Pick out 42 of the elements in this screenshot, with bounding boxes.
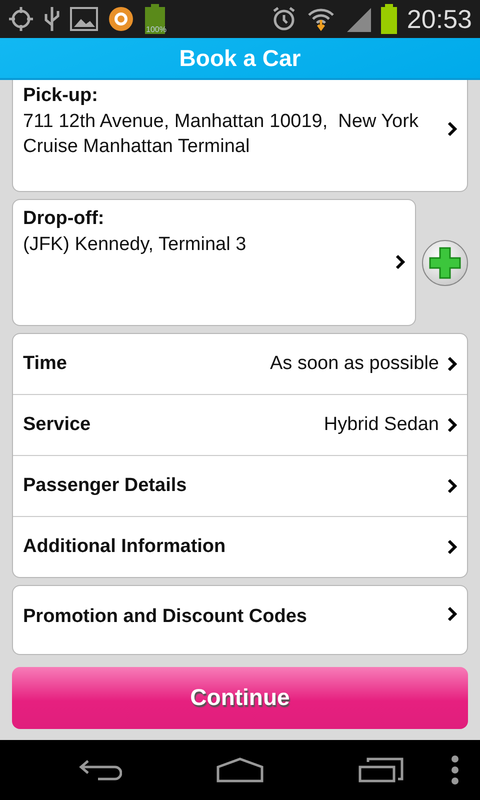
chevron-icon bbox=[447, 539, 457, 555]
chevron-icon bbox=[447, 606, 457, 622]
address-text: (JFK) Kennedy, Terminal 3 bbox=[23, 233, 248, 257]
row-label: Service bbox=[23, 414, 92, 436]
address-text: 711 12th Avenue, Manhattan 10019, New York Cruise Manhattan Terminal bbox=[23, 110, 420, 159]
gps-icon bbox=[8, 6, 34, 32]
plus-icon bbox=[428, 246, 462, 280]
screen-title: Book a Car bbox=[179, 44, 301, 72]
recent-apps-button[interactable] bbox=[358, 757, 404, 783]
chevron-icon bbox=[447, 121, 457, 137]
option-row[interactable]: Time As soon as possible bbox=[13, 334, 467, 395]
clock-time: 20:53 bbox=[406, 4, 472, 34]
row-value: Hybrid Sedan bbox=[324, 414, 439, 436]
home-button[interactable] bbox=[216, 757, 264, 783]
field-label: Pick-up: bbox=[23, 85, 99, 107]
row-label: Time bbox=[23, 353, 68, 375]
row-value: As soon as possible bbox=[270, 353, 439, 375]
battery-icon bbox=[380, 4, 397, 34]
alarm-icon bbox=[270, 6, 297, 32]
row-label: Additional Information bbox=[23, 536, 227, 558]
menu-button[interactable] bbox=[450, 754, 460, 786]
continue-button[interactable]: Continue bbox=[12, 666, 468, 728]
signal-icon bbox=[344, 6, 371, 32]
wifi-icon bbox=[306, 6, 335, 32]
back-button[interactable] bbox=[78, 758, 122, 782]
chevron-icon bbox=[447, 478, 457, 494]
row-label: Promotion and Discount Codes bbox=[23, 606, 308, 628]
promo-row[interactable]: Promotion and Discount Codes bbox=[12, 585, 468, 655]
chevron-icon bbox=[395, 254, 405, 270]
option-row[interactable]: Additional Information bbox=[13, 517, 467, 577]
field-label: Drop-off: bbox=[23, 208, 106, 230]
app-icon bbox=[108, 6, 134, 32]
option-row[interactable]: Service Hybrid Sedan bbox=[13, 395, 467, 456]
dropoff-card[interactable]: Drop-off: (JFK) Kennedy, Terminal 3 bbox=[12, 199, 416, 326]
chevron-icon bbox=[447, 356, 457, 372]
row-label: Passenger Details bbox=[23, 475, 188, 497]
chevron-icon bbox=[447, 417, 457, 433]
usb-icon bbox=[44, 5, 60, 33]
image-icon bbox=[70, 7, 98, 31]
option-row[interactable]: Passenger Details bbox=[13, 456, 467, 517]
add-stop-button[interactable] bbox=[422, 240, 468, 286]
pickup-card[interactable]: Pick-up: 711 12th Avenue, Manhattan 10019, New York Cruise Manhattan Terminal bbox=[12, 80, 468, 192]
